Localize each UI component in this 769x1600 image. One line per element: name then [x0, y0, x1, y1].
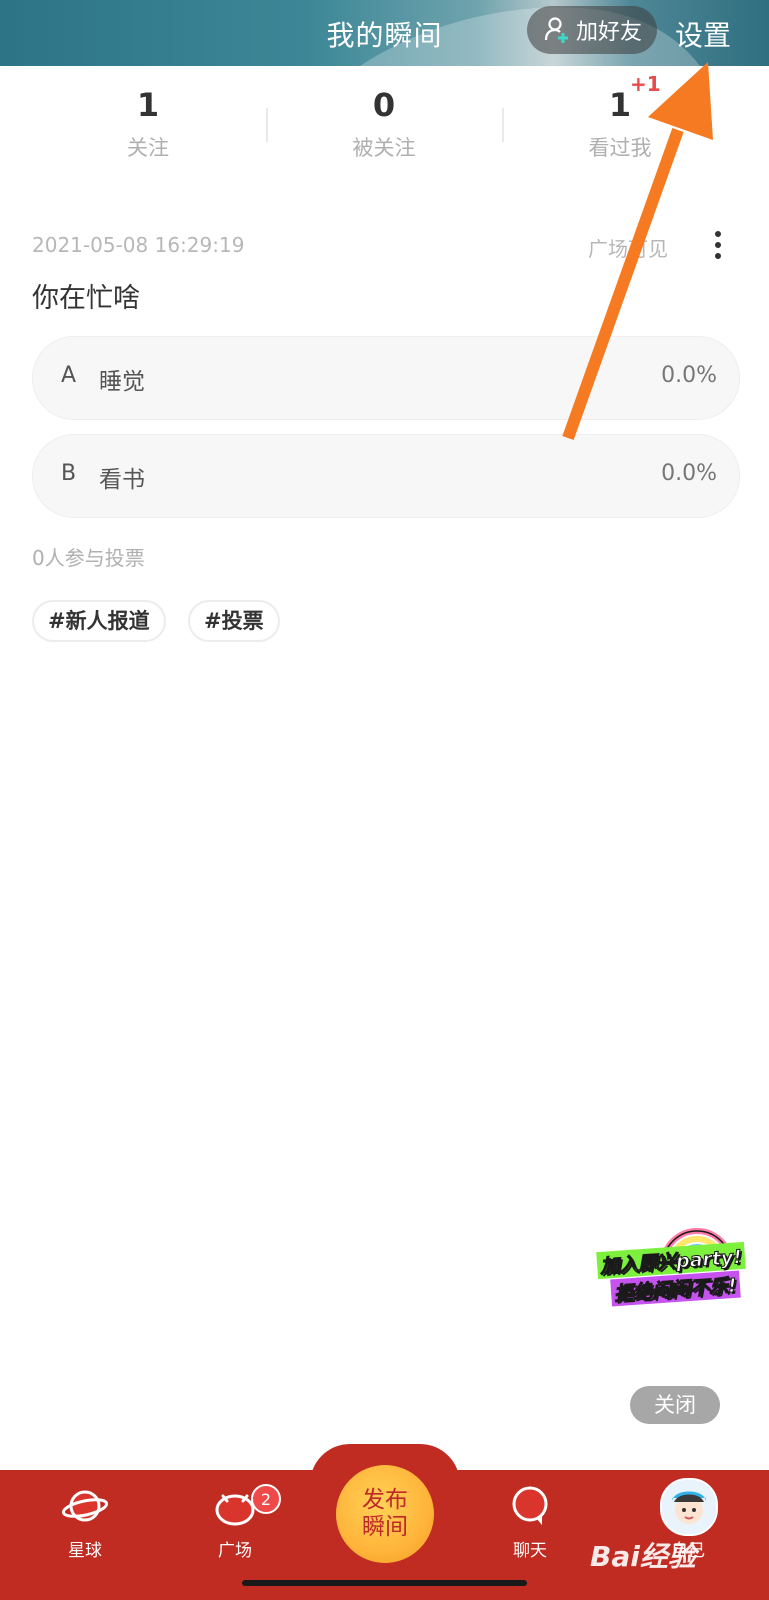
- add-friend-button[interactable]: 加好友: [527, 6, 657, 54]
- stat-visitors-label: 看过我: [588, 136, 652, 160]
- planet-icon: [61, 1490, 109, 1522]
- home-indicator[interactable]: [242, 1580, 527, 1586]
- publish-moment-button[interactable]: 发布 瞬间: [336, 1465, 434, 1563]
- notification-badge: 2: [251, 1484, 281, 1514]
- stat-followers[interactable]: 0 被关注: [294, 80, 474, 162]
- option-key: A: [61, 363, 77, 388]
- avatar[interactable]: [660, 1478, 718, 1536]
- more-options-icon[interactable]: [708, 228, 728, 264]
- nav-label-square: 广场: [218, 1541, 252, 1561]
- top-header: 我的瞬间 加好友 设置: [0, 0, 769, 66]
- stat-divider: [266, 108, 268, 142]
- stat-following-label: 关注: [127, 136, 169, 160]
- party-promo-sticker[interactable]: 加入即兴party! 拒绝闷闷不乐!: [596, 1225, 752, 1307]
- tag-vote[interactable]: #投票: [188, 600, 280, 642]
- new-visitor-badge: +1: [630, 72, 661, 96]
- baidu-watermark: Bai经验: [590, 1540, 696, 1573]
- stat-following[interactable]: 1 关注: [58, 80, 238, 162]
- stat-visitors[interactable]: 1 看过我: [530, 80, 710, 162]
- avatar-image: [662, 1480, 716, 1534]
- post-visibility: 广场可见: [588, 237, 668, 261]
- post-question: 你在忙啥: [32, 283, 140, 314]
- option-percent: 0.0%: [661, 363, 717, 388]
- settings-button[interactable]: 设置: [675, 14, 731, 54]
- stat-followers-count: 0: [372, 86, 396, 124]
- tag-new-member[interactable]: #新人报道: [32, 600, 166, 642]
- close-button[interactable]: 关闭: [630, 1386, 720, 1424]
- option-key: B: [61, 461, 77, 486]
- option-text: 看书: [99, 467, 145, 493]
- stat-following-count: 1: [136, 86, 160, 124]
- publish-label-line1: 发布: [362, 1487, 408, 1513]
- nav-item-chat[interactable]: 聊天: [480, 1484, 580, 1561]
- option-text: 睡觉: [99, 369, 145, 395]
- option-percent: 0.0%: [661, 461, 717, 486]
- stat-visitors-count: 1: [608, 86, 632, 124]
- add-friend-label: 加好友: [575, 20, 642, 45]
- chat-bubble-icon: [512, 1486, 548, 1525]
- nav-label-chat: 聊天: [513, 1541, 547, 1561]
- vote-option-a[interactable]: A 睡觉 0.0%: [32, 336, 740, 420]
- add-user-icon: [544, 17, 568, 43]
- publish-label-line2: 瞬间: [362, 1514, 408, 1540]
- post-timestamp: 2021-05-08 16:29:19: [32, 233, 245, 257]
- stat-divider: [502, 108, 504, 142]
- stat-followers-label: 被关注: [352, 136, 416, 160]
- nav-label-planet: 星球: [68, 1541, 102, 1561]
- nav-item-planet[interactable]: 星球: [35, 1484, 135, 1561]
- vote-summary: 0人参与投票: [32, 546, 145, 570]
- vote-option-b[interactable]: B 看书 0.0%: [32, 434, 740, 518]
